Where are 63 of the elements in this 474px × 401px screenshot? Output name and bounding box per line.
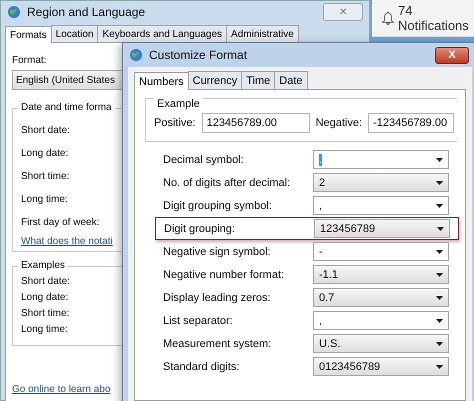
setting-dropdown[interactable]: U.S. xyxy=(313,334,449,353)
online-link[interactable]: Go online to learn abo xyxy=(12,384,110,395)
setting-dropdown[interactable]: - xyxy=(313,242,449,261)
field-label: Long time: xyxy=(21,194,68,205)
field-label: Short time: xyxy=(21,171,70,182)
field-label: Short time: xyxy=(21,308,70,319)
positive-label: Positive: xyxy=(154,117,196,129)
tab[interactable]: Keyboards and Languages xyxy=(97,25,228,42)
bell-icon[interactable] xyxy=(382,10,394,26)
window-title: Region and Language xyxy=(27,5,146,19)
tab[interactable]: Time xyxy=(241,71,276,89)
tab[interactable]: Formats xyxy=(5,26,52,43)
caret-icon xyxy=(436,272,443,276)
caret-icon xyxy=(436,364,443,368)
setting-label: Decimal symbol: xyxy=(163,154,245,166)
globe-icon xyxy=(129,48,143,62)
globe-icon xyxy=(7,5,21,19)
negative-value-field: -123456789.00 xyxy=(368,113,454,133)
group-title: Examples xyxy=(18,260,68,271)
group-title: Date and time forma xyxy=(18,102,115,113)
setting-dropdown[interactable]: 0.7 xyxy=(313,288,449,307)
setting-label: Digit grouping: xyxy=(164,222,236,234)
caret-icon xyxy=(436,204,443,208)
setting-label: No. of digits after decimal: xyxy=(163,176,292,188)
caret-icon xyxy=(436,342,443,346)
field-label: Short date: xyxy=(21,125,70,136)
tab[interactable]: Administrative xyxy=(226,25,299,42)
setting-dropdown[interactable]: 2 xyxy=(313,173,449,192)
close-button[interactable]: X xyxy=(435,46,469,64)
setting-label: Measurement system: xyxy=(163,338,272,350)
tab[interactable]: Location xyxy=(50,25,98,42)
notation-link[interactable]: What does the notati xyxy=(21,236,113,247)
setting-label: List separator: xyxy=(163,314,234,326)
notifications-label[interactable]: 74 Notifications xyxy=(398,3,474,33)
setting-label: Display leading zeros: xyxy=(163,292,272,304)
negative-label: Negative: xyxy=(316,117,362,129)
caret-icon xyxy=(437,226,444,230)
close-button[interactable]: ✕ xyxy=(323,3,363,21)
tab[interactable]: Currency xyxy=(188,71,242,89)
setting-label: Negative number format: xyxy=(163,268,286,280)
tab[interactable]: Numbers xyxy=(134,72,189,90)
field-label: Long date: xyxy=(21,148,68,159)
setting-label: Standard digits: xyxy=(163,360,240,372)
field-label: Short date: xyxy=(21,276,70,287)
caret-icon xyxy=(436,158,443,162)
dialog-title: Customize Format xyxy=(149,48,248,62)
setting-dropdown[interactable]: -1.1 xyxy=(313,265,449,284)
field-label: Long date: xyxy=(21,292,68,303)
caret-icon xyxy=(436,296,443,300)
caret-icon xyxy=(436,180,443,184)
positive-value-field: 123456789.00 xyxy=(202,113,310,133)
setting-dropdown[interactable]: 0123456789 xyxy=(313,357,449,376)
group-title: Example xyxy=(154,98,203,110)
setting-dropdown[interactable]: , xyxy=(313,196,449,215)
caret-icon xyxy=(436,250,443,254)
field-label: Long time: xyxy=(21,324,68,335)
caret-icon xyxy=(436,318,443,322)
setting-dropdown[interactable]: 123456789 xyxy=(314,219,450,238)
setting-label: Digit grouping symbol: xyxy=(163,200,273,212)
setting-dropdown[interactable]: , xyxy=(313,311,449,330)
field-label: First day of week: xyxy=(21,217,100,228)
setting-label: Negative sign symbol: xyxy=(163,246,272,258)
tab[interactable]: Date xyxy=(274,71,308,89)
